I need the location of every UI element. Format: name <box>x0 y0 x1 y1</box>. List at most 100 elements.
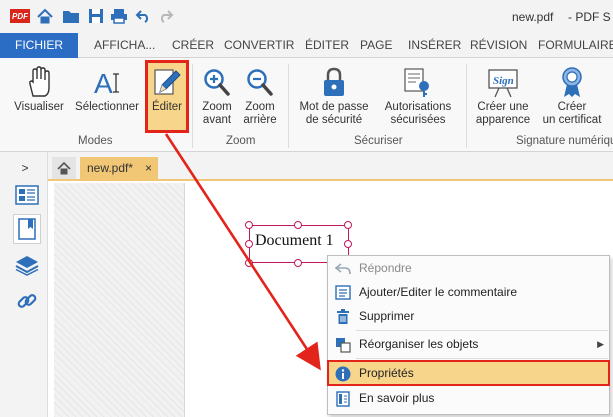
tab-creer[interactable]: CRÉER <box>172 33 214 58</box>
tab-editer[interactable]: ÉDITER <box>305 33 349 58</box>
menu-item-label: Propriétés <box>359 366 414 380</box>
menu-item-label: En savoir plus <box>359 391 435 405</box>
home-icon[interactable] <box>35 6 55 26</box>
menu-item-label: Réorganiser les objets <box>359 337 479 351</box>
permissions-label-2: sécurisées <box>390 114 446 126</box>
editer-button[interactable]: Éditer <box>146 62 188 134</box>
link-icon[interactable] <box>14 289 40 313</box>
ribbon-separator <box>192 64 193 148</box>
zoom-out-button[interactable]: Zoom arrière <box>240 62 280 134</box>
tab-inserer[interactable]: INSÉRER <box>408 33 461 58</box>
zoom-out-icon <box>240 62 280 98</box>
menu-item-proprietes[interactable]: Propriétés <box>327 360 610 386</box>
resize-handle[interactable] <box>294 259 302 267</box>
resize-handle[interactable] <box>344 240 352 248</box>
edit-pencil-icon <box>146 62 188 98</box>
tab-convertir[interactable]: CONVERTIR <box>224 33 294 58</box>
page-edge <box>184 183 185 417</box>
info-icon <box>334 365 351 382</box>
tab-formulaires[interactable]: FORMULAIRES <box>538 33 613 58</box>
app-logo: PDF <box>10 9 30 23</box>
sign-badge-text: Sign <box>493 75 514 87</box>
menu-separator <box>356 330 608 331</box>
document-tab-strip: new.pdf* × <box>48 152 613 181</box>
sign-icon: Sign <box>472 62 534 98</box>
ribbon-separator <box>466 64 467 148</box>
group-label-securiser: Sécuriser <box>354 135 403 147</box>
svg-text:A: A <box>94 68 113 98</box>
print-icon[interactable] <box>109 6 129 26</box>
window-title: new.pdf <box>512 10 554 24</box>
editer-label: Éditer <box>151 101 183 113</box>
zoom-in-button[interactable]: Zoom avant <box>198 62 236 134</box>
password-label-1: Mot de passe <box>299 101 369 113</box>
password-label-2: de sécurité <box>305 114 363 126</box>
menu-item-repondre[interactable]: Répondre <box>329 257 608 280</box>
zoom-out-label-1: Zoom <box>245 101 275 113</box>
group-label-zoom: Zoom <box>226 135 256 147</box>
certificate-key-icon <box>378 62 458 98</box>
thumbnails-icon[interactable] <box>14 183 40 207</box>
arrange-objects-icon <box>334 336 351 353</box>
zoom-out-label-2: arrière <box>243 114 277 126</box>
open-folder-icon[interactable] <box>61 6 81 26</box>
expand-panel-icon[interactable]: > <box>12 156 38 180</box>
resize-handle[interactable] <box>245 259 253 267</box>
tab-new-pdf[interactable]: new.pdf* × <box>80 157 158 179</box>
trash-icon <box>334 308 351 325</box>
comment-icon <box>334 284 351 301</box>
create-sign-label-1: Créer une <box>477 101 529 113</box>
ribbon: Visualiser A Sélectionner Éditer Modes Z… <box>0 58 613 152</box>
doc-tab-label: new.pdf* <box>87 161 134 175</box>
permissions-button[interactable]: Autorisations sécurisées <box>378 62 458 134</box>
padlock-icon <box>296 62 372 98</box>
resize-handle[interactable] <box>294 221 302 229</box>
layers-icon[interactable] <box>14 253 40 277</box>
ribbon-separator <box>288 64 289 148</box>
zoom-in-label-2: avant <box>202 114 232 126</box>
tab-revision[interactable]: RÉVISION <box>470 33 527 58</box>
selectionner-label: Sélectionner <box>75 101 139 113</box>
document-text[interactable]: Document 1 <box>255 232 334 250</box>
permissions-label-1: Autorisations <box>384 101 452 113</box>
menu-separator <box>356 358 608 359</box>
menu-item-en-savoir-plus[interactable]: En savoir plus <box>329 387 608 410</box>
help-book-icon <box>334 390 351 407</box>
submenu-arrow-icon: ▶ <box>597 339 604 349</box>
create-certificate-button[interactable]: Créer un certificat <box>538 62 606 134</box>
bookmarks-icon[interactable] <box>13 214 41 244</box>
certificate-ribbon-icon <box>538 62 606 98</box>
resize-handle[interactable] <box>344 221 352 229</box>
visualiser-label: Visualiser <box>14 101 64 113</box>
visualiser-button[interactable]: Visualiser <box>10 62 68 134</box>
menu-bar: FICHIER AFFICHA... CRÉER CONVERTIR ÉDITE… <box>0 33 613 58</box>
menu-item-label: Supprimer <box>359 309 415 323</box>
menu-item-label: Répondre <box>359 261 412 275</box>
create-appearance-button[interactable]: Sign Créer une apparence <box>472 62 534 134</box>
password-security-button[interactable]: Mot de passe de sécurité <box>296 62 372 134</box>
menu-item-supprimer[interactable]: Supprimer <box>329 305 608 328</box>
tab-page[interactable]: PAGE <box>360 33 392 58</box>
redo-icon[interactable] <box>156 6 176 26</box>
menu-item-label: Ajouter/Editer le commentaire <box>359 285 518 299</box>
close-tab-icon[interactable]: × <box>145 157 152 179</box>
zoom-in-icon <box>198 62 236 98</box>
save-icon[interactable] <box>86 6 106 26</box>
reply-icon <box>334 260 351 277</box>
resize-handle[interactable] <box>245 221 253 229</box>
undo-icon[interactable] <box>133 6 153 26</box>
resize-handle[interactable] <box>245 240 253 248</box>
context-menu: Répondre Ajouter/Editer le commentaire S… <box>327 255 610 415</box>
title-bar: PDF new.pdf - PDF S <box>0 0 613 33</box>
zoom-in-label-1: Zoom <box>202 101 232 113</box>
tab-affichage[interactable]: AFFICHA... <box>94 33 155 58</box>
menu-item-ajouter-commentaire[interactable]: Ajouter/Editer le commentaire <box>329 281 608 304</box>
home-tab[interactable] <box>52 157 76 179</box>
group-label-modes: Modes <box>78 135 113 147</box>
text-select-icon: A <box>73 62 141 98</box>
home-icon <box>57 161 71 174</box>
page-gutter <box>54 183 184 417</box>
menu-item-reorganiser[interactable]: Réorganiser les objets ▶ <box>329 333 608 356</box>
selectionner-button[interactable]: A Sélectionner <box>73 62 141 134</box>
tab-fichier[interactable]: FICHIER <box>0 33 78 58</box>
